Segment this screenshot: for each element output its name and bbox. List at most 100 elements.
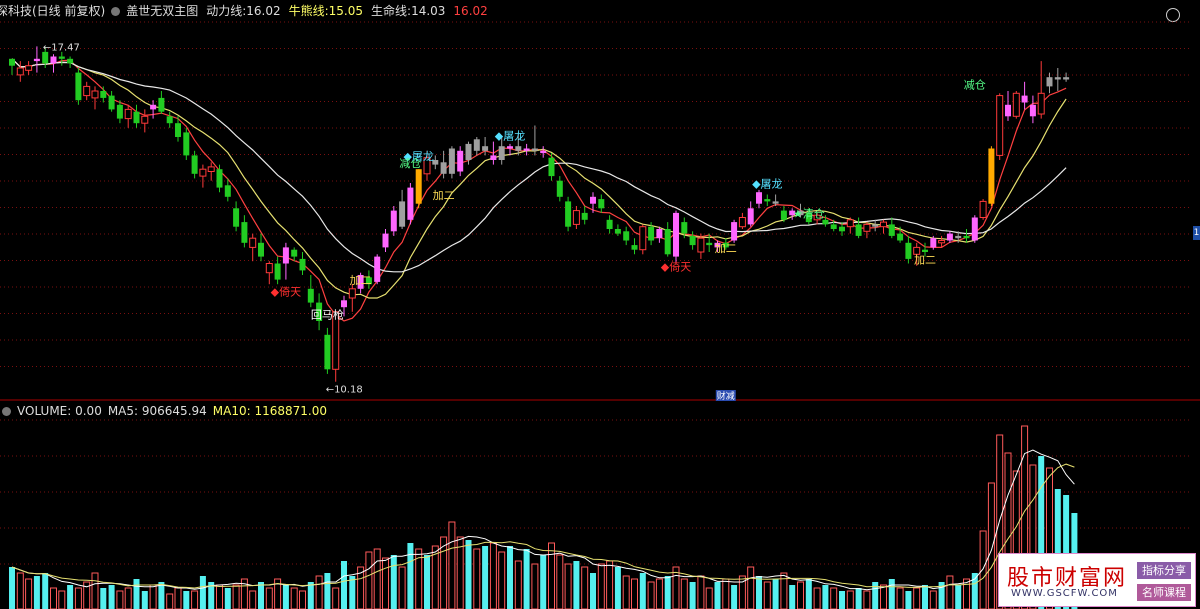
signal-label: 减仓 bbox=[964, 78, 986, 92]
volume-bar bbox=[955, 585, 962, 609]
candle-body bbox=[440, 162, 447, 174]
candle-body bbox=[91, 90, 99, 99]
candle-body bbox=[623, 231, 630, 241]
volume-bar bbox=[448, 521, 456, 609]
signal-label: 加二 bbox=[715, 242, 737, 255]
signal-label: 加二 bbox=[433, 189, 455, 202]
candle-body bbox=[581, 212, 588, 220]
volume-bar bbox=[548, 542, 555, 609]
candle-body bbox=[897, 233, 904, 241]
candle-body bbox=[116, 104, 123, 119]
volume-bar bbox=[216, 584, 223, 609]
volume-bar bbox=[672, 566, 680, 609]
candle-body bbox=[507, 146, 513, 149]
candle-body bbox=[515, 146, 522, 151]
volume-bar bbox=[232, 584, 240, 609]
candle-body bbox=[540, 150, 547, 154]
candle-body bbox=[1037, 92, 1045, 115]
candle-body bbox=[108, 95, 115, 110]
candle-body bbox=[448, 148, 455, 174]
candle-body bbox=[42, 51, 49, 64]
candle-body bbox=[183, 132, 190, 156]
volume-bar bbox=[42, 573, 49, 609]
candle-body bbox=[697, 237, 705, 253]
volume-bar bbox=[16, 572, 24, 609]
volume-bar bbox=[813, 587, 821, 609]
signal-label: ◆屠龙 bbox=[495, 129, 525, 142]
candle-body bbox=[67, 58, 74, 64]
candle-body bbox=[780, 210, 787, 220]
ma10-label: MA10: 1168871.00 bbox=[212, 404, 327, 418]
volume-bar bbox=[664, 576, 671, 609]
watermark-tag: 指标分享 bbox=[1137, 562, 1191, 579]
volume-bar bbox=[390, 555, 397, 609]
candle-body bbox=[216, 169, 223, 188]
volume-bar bbox=[249, 590, 257, 609]
volume-bar bbox=[797, 581, 804, 609]
candle-body bbox=[1021, 95, 1028, 103]
candle-body bbox=[888, 224, 895, 236]
candle-body bbox=[1012, 92, 1020, 117]
candle-body bbox=[158, 97, 165, 112]
volume-bar bbox=[108, 585, 115, 609]
candle-body bbox=[490, 155, 497, 160]
volume-bar bbox=[622, 575, 630, 609]
candle-body bbox=[614, 229, 621, 234]
candle-body bbox=[548, 157, 555, 177]
volume-bar bbox=[689, 582, 696, 609]
candle-body bbox=[955, 235, 962, 239]
volume-bar bbox=[74, 587, 82, 609]
volume-bar bbox=[341, 561, 347, 609]
candle-body bbox=[590, 196, 596, 204]
volume-bar bbox=[9, 567, 15, 609]
volume-bar bbox=[100, 588, 107, 609]
candle-body bbox=[930, 238, 937, 248]
candle-body bbox=[963, 235, 970, 239]
candle-body bbox=[1063, 77, 1070, 80]
candle-body bbox=[664, 229, 671, 255]
candle-body bbox=[772, 201, 779, 204]
volume-bar bbox=[349, 576, 356, 609]
candle-body bbox=[241, 222, 248, 243]
volume-bar bbox=[116, 590, 124, 609]
candle-body bbox=[473, 139, 480, 151]
candle-body bbox=[565, 201, 572, 227]
candle-body bbox=[348, 288, 356, 299]
volume-bar bbox=[573, 561, 580, 609]
candle-body bbox=[207, 166, 215, 172]
candle-body bbox=[16, 67, 24, 76]
volume-bar bbox=[979, 530, 987, 609]
candle-body bbox=[1054, 77, 1061, 80]
volume-bar bbox=[58, 590, 66, 609]
candle-body bbox=[872, 224, 879, 227]
volume-bar bbox=[382, 557, 389, 609]
volume-bar bbox=[830, 587, 838, 609]
candles bbox=[9, 46, 1070, 382]
candle-body bbox=[971, 217, 978, 241]
volume-bar bbox=[805, 579, 812, 609]
candle-body bbox=[166, 116, 173, 124]
candle-body bbox=[341, 300, 347, 308]
volume-bar bbox=[680, 578, 688, 609]
volume-bar bbox=[531, 563, 539, 609]
candle-body bbox=[25, 65, 33, 71]
volume-bar bbox=[424, 555, 430, 609]
candle-body bbox=[258, 242, 264, 257]
volume-bar bbox=[299, 590, 306, 609]
gear-icon[interactable] bbox=[2, 407, 11, 416]
candle-body bbox=[191, 155, 198, 174]
candle-body bbox=[224, 185, 231, 197]
volume-bar bbox=[913, 587, 921, 609]
volume-bar bbox=[946, 575, 954, 609]
volume-bar bbox=[290, 587, 298, 609]
volume-bar bbox=[839, 591, 845, 609]
candle-body bbox=[572, 210, 580, 225]
candle-body bbox=[764, 199, 771, 202]
volume-bar bbox=[183, 591, 190, 609]
watermark-logo: 股市财富网 WWW.GSCFW.COM 指标分享 名师课程 bbox=[998, 553, 1196, 607]
volume-bar bbox=[523, 549, 530, 609]
volume-bar bbox=[655, 578, 663, 609]
candle-body bbox=[457, 150, 464, 172]
volume-bar bbox=[365, 551, 373, 609]
volume-bar bbox=[265, 587, 273, 609]
